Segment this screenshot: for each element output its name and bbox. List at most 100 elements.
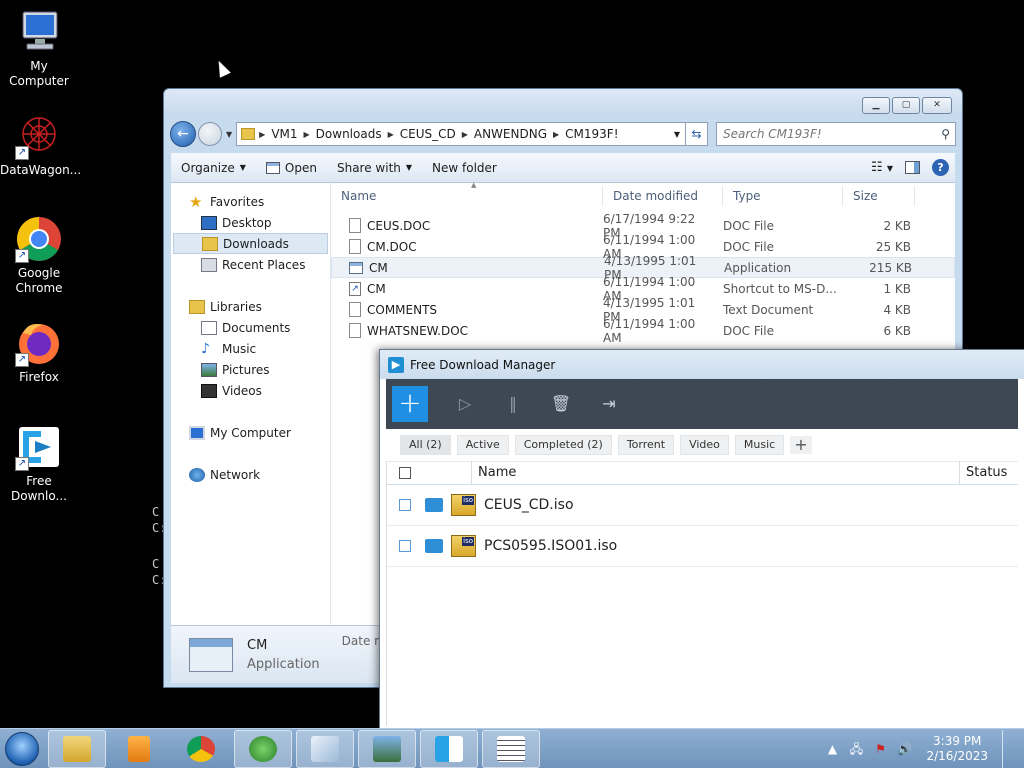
filter-active[interactable]: Active: [456, 435, 509, 455]
new-folder-button[interactable]: New folder: [422, 161, 507, 175]
fdm-titlebar[interactable]: ▶ Free Download Manager: [380, 350, 1024, 379]
open-folder-icon[interactable]: [425, 498, 443, 512]
resume-icon[interactable]: ▷: [454, 393, 476, 415]
desktop-icon-label: My Computer: [9, 59, 69, 88]
delete-icon[interactable]: 🗑: [550, 393, 572, 415]
iso-file-icon: iso: [451, 494, 476, 516]
row-checkbox[interactable]: [399, 499, 411, 511]
nav-network[interactable]: Network: [171, 464, 330, 485]
notepad-icon: [311, 735, 339, 762]
refresh-button[interactable]: ⇆: [686, 122, 708, 146]
close-button[interactable]: ✕: [922, 97, 952, 114]
column-name[interactable]: Name: [331, 185, 603, 206]
taskbar-image-viewer[interactable]: [358, 729, 416, 768]
desktop-icon-datawagon[interactable]: ↗ DataWagon...: [0, 112, 81, 178]
download-row[interactable]: iso PCS0595.ISO01.iso: [387, 526, 1018, 567]
add-download-button[interactable]: +: [392, 386, 428, 422]
address-dropdown-icon[interactable]: ▼: [669, 130, 685, 139]
sort-ascending-icon: ▲: [471, 181, 477, 189]
taskbar-task-list[interactable]: [482, 729, 540, 768]
network-tray-icon[interactable]: 🖧: [848, 741, 864, 757]
caret-down-icon: ▼: [405, 163, 413, 172]
nav-my-computer[interactable]: My Computer: [171, 422, 330, 443]
nav-downloads[interactable]: Downloads: [173, 233, 328, 254]
fdm-list-header: Name Status: [387, 461, 1018, 485]
column-type[interactable]: Type: [723, 185, 843, 206]
taskbar-notepad[interactable]: [296, 729, 354, 768]
view-options-icon[interactable]: ☷ ▼: [871, 160, 893, 175]
action-center-icon[interactable]: ⚑: [872, 741, 888, 757]
column-name[interactable]: Name: [471, 461, 959, 485]
pause-icon[interactable]: ‖: [502, 393, 524, 415]
share-with-button[interactable]: Share with ▼: [327, 161, 422, 175]
clock-time: 3:39 PM: [933, 733, 982, 748]
network-icon: [189, 467, 205, 482]
column-size[interactable]: Size: [843, 185, 915, 206]
breadcrumb-anwendng[interactable]: ANWENDNG: [468, 127, 553, 141]
help-icon[interactable]: ?: [932, 159, 949, 176]
computer-icon: [189, 425, 205, 440]
taskbar-media-player[interactable]: [110, 730, 168, 768]
breadcrumb-cm193f[interactable]: CM193F!: [559, 127, 624, 141]
image-viewer-icon: [373, 735, 401, 762]
select-all-checkbox[interactable]: [399, 467, 411, 479]
doc-icon: [349, 323, 361, 338]
nav-music[interactable]: ♪ Music: [171, 338, 330, 359]
explorer-titlebar[interactable]: ▁ ▢ ✕: [164, 89, 962, 117]
open-icon: [265, 161, 280, 174]
nav-favorites[interactable]: ★ Favorites: [171, 191, 330, 212]
application-icon: [189, 637, 233, 672]
show-desktop-button[interactable]: [1002, 729, 1016, 768]
show-hidden-icons-icon[interactable]: ▲: [824, 741, 840, 757]
download-row[interactable]: iso CEUS_CD.iso: [387, 485, 1018, 526]
folder-icon: [241, 128, 256, 140]
taskbar-fdm[interactable]: [420, 729, 478, 768]
preview-pane-icon[interactable]: [905, 161, 920, 174]
taskbar-explorer[interactable]: [48, 729, 106, 768]
maximize-button[interactable]: ▢: [892, 97, 920, 114]
taskbar-network-users[interactable]: [234, 729, 292, 768]
breadcrumb-downloads[interactable]: Downloads: [310, 127, 388, 141]
breadcrumb-ceus-cd[interactable]: CEUS_CD: [394, 127, 462, 141]
desktop-icon-fdm[interactable]: ↗ Free Downlo...: [0, 423, 78, 504]
nav-videos[interactable]: Videos: [171, 380, 330, 401]
volume-icon[interactable]: 🔊: [896, 741, 912, 757]
filter-music[interactable]: Music: [734, 435, 785, 455]
desktop-icon-chrome[interactable]: ↗ Google Chrome: [0, 215, 78, 296]
open-folder-icon[interactable]: [425, 539, 443, 553]
iso-file-icon: iso: [451, 535, 476, 557]
search-input[interactable]: Search CM193F! ⚲: [716, 122, 956, 146]
shortcut-arrow-icon: ↗: [15, 353, 29, 367]
nav-documents[interactable]: Documents: [171, 317, 330, 338]
open-button[interactable]: Open: [256, 161, 327, 175]
fdm-window[interactable]: ▶ Free Download Manager + ▷ ‖ 🗑 ⇥ All (2…: [379, 349, 1024, 729]
nav-desktop[interactable]: Desktop: [171, 212, 330, 233]
column-status[interactable]: Status: [959, 461, 1007, 485]
filter-all[interactable]: All (2): [400, 435, 451, 455]
nav-recent-places[interactable]: Recent Places: [171, 254, 330, 275]
nav-pictures[interactable]: Pictures: [171, 359, 330, 380]
forward-button[interactable]: [198, 122, 222, 146]
clock[interactable]: 3:39 PM 2/16/2023: [926, 734, 988, 764]
file-row[interactable]: WHATSNEW.DOC 6/11/1994 1:00 AM DOC File …: [331, 317, 955, 345]
taskbar-chrome[interactable]: [172, 730, 230, 768]
filter-torrent[interactable]: Torrent: [617, 435, 675, 455]
desktop-icon-firefox[interactable]: ↗ Firefox: [0, 319, 78, 385]
start-button[interactable]: [0, 730, 44, 768]
row-checkbox[interactable]: [399, 540, 411, 552]
file-list-header: Name Date modified Type Size: [331, 183, 955, 209]
recent-pages-dropdown[interactable]: ▼: [226, 130, 232, 139]
move-to-folder-icon[interactable]: ⇥: [598, 393, 620, 415]
breadcrumb-vm1[interactable]: VM1: [265, 127, 303, 141]
fdm-toolbar: + ▷ ‖ 🗑 ⇥: [386, 379, 1018, 429]
organize-button[interactable]: Organize ▼: [171, 161, 256, 175]
filter-video[interactable]: Video: [680, 435, 729, 455]
nav-libraries[interactable]: Libraries: [171, 296, 330, 317]
back-button[interactable]: ←: [170, 121, 196, 147]
address-bar[interactable]: ▶ VM1 ▶ Downloads ▶ CEUS_CD ▶ ANWENDNG ▶…: [236, 122, 686, 146]
column-date-modified[interactable]: Date modified: [603, 185, 723, 206]
desktop-icon-my-computer[interactable]: My Computer: [0, 8, 78, 89]
filter-completed[interactable]: Completed (2): [514, 435, 612, 455]
minimize-button[interactable]: ▁: [862, 97, 890, 114]
add-filter-button[interactable]: +: [790, 436, 812, 454]
